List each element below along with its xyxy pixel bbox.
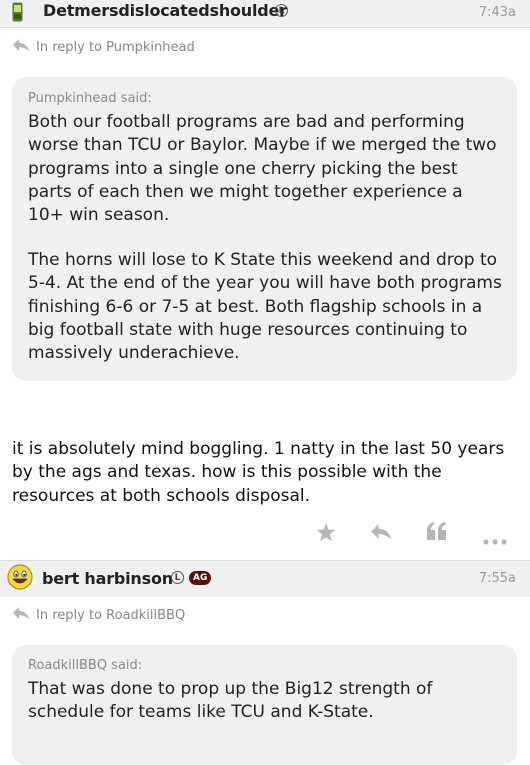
reply-to-link[interactable]: In reply to RoadkillBBQ [13, 607, 185, 624]
quote-author: RoadkillBBQ said: [28, 658, 143, 673]
quote-paragraph: Both our football programs are bad and p… [28, 112, 497, 226]
post-body: it is absolutely mind boggling. 1 natty … [12, 439, 505, 506]
quote-icon[interactable] [427, 522, 447, 544]
member-level-badge: L [171, 571, 184, 584]
quote-author: Pumpkinhead said: [28, 91, 152, 106]
quote-block: RoadkillBBQ said: That was done to prop … [12, 645, 517, 765]
post-timestamp: 7:55a [478, 571, 516, 586]
member-level-badge: L [275, 4, 288, 17]
school-badge: AG [189, 571, 212, 585]
phone-icon [12, 2, 23, 22]
more-icon[interactable] [483, 530, 507, 549]
post-username[interactable]: Detmersdislocatedshoulder [43, 1, 287, 20]
star-icon[interactable] [316, 523, 336, 546]
quote-block: Pumpkinhead said: Both our football prog… [12, 77, 517, 381]
reply-icon[interactable] [371, 524, 391, 544]
smiley-avatar-icon[interactable] [7, 564, 33, 594]
reply-arrow-icon [13, 39, 29, 56]
quote-paragraph: The horns will lose to K State this week… [28, 250, 502, 364]
reply-to-label: In reply to Pumpkinhead [36, 40, 195, 55]
post-timestamp: 7:43a [478, 5, 516, 20]
reply-to-link[interactable]: In reply to Pumpkinhead [13, 39, 195, 56]
reply-arrow-icon [13, 607, 29, 624]
post-username[interactable]: bert harbinson [42, 569, 173, 588]
quote-paragraph: That was done to prop up the Big12 stren… [28, 679, 433, 723]
reply-to-label: In reply to RoadkillBBQ [36, 608, 186, 623]
